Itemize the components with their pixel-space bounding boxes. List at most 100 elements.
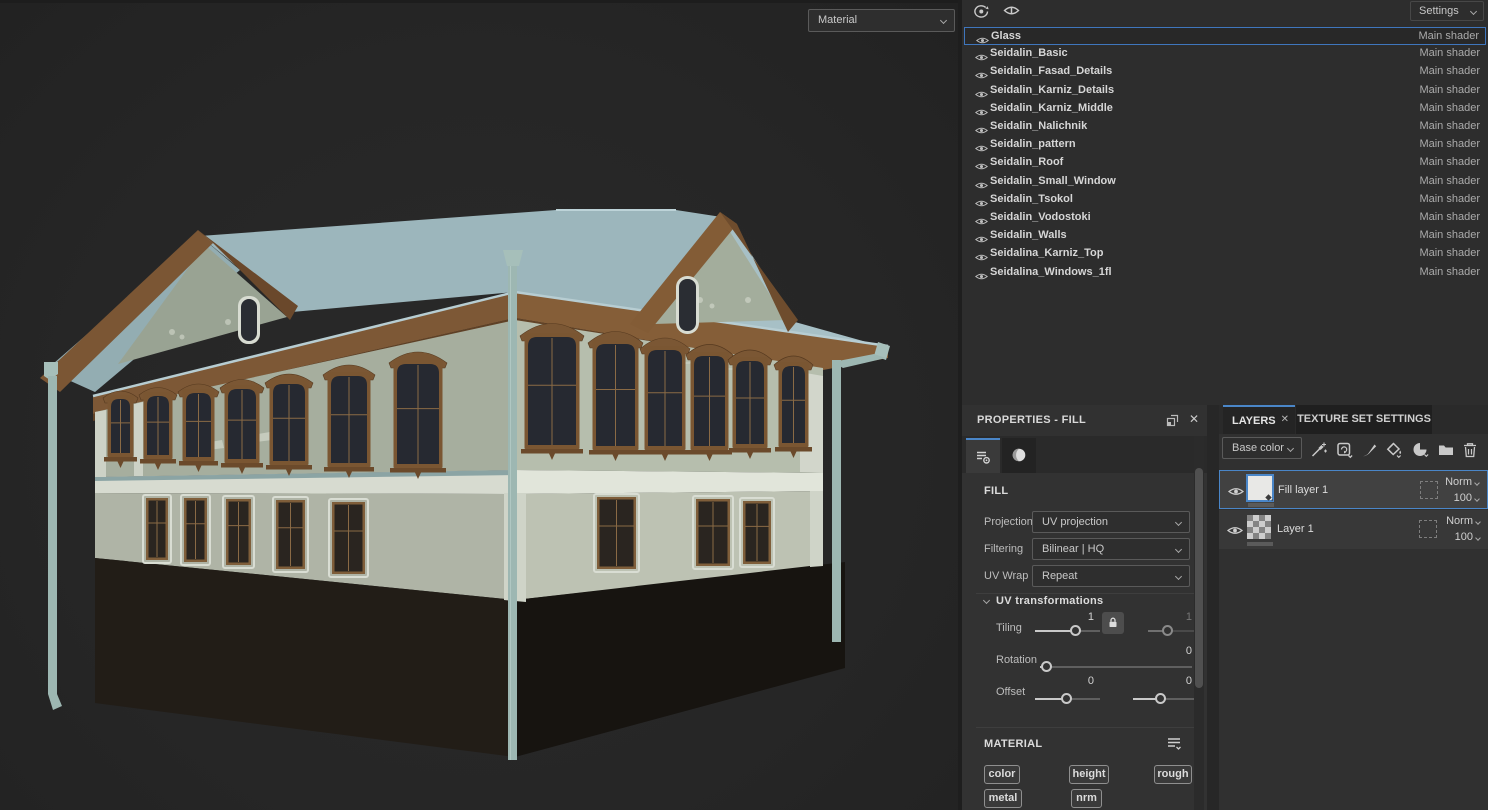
texture-set-list-panel: Settings Glass Main shader Seidalin_Basic M…	[962, 0, 1488, 405]
texture-set-row[interactable]: Seidalin_Karniz_Middle Main shader	[964, 100, 1486, 118]
mask-placeholder-icon[interactable]	[1419, 520, 1437, 538]
channel-button-metal[interactable]: metal	[984, 789, 1022, 808]
undock-icon[interactable]	[1166, 414, 1179, 432]
tab-layers[interactable]: LAYERS ✕	[1223, 405, 1295, 434]
texture-set-name: Seidalina_Windows_1fl	[990, 265, 1112, 278]
texture-set-row[interactable]: Seidalin_Walls Main shader	[964, 227, 1486, 245]
shader-label: Main shader	[1419, 47, 1480, 60]
layers-panel: LAYERS ✕ TEXTURE SET SETTINGS Base color	[1219, 405, 1488, 810]
add-smart-material-icon[interactable]	[1411, 441, 1429, 459]
tiling-y-slider[interactable]	[1148, 625, 1196, 637]
layer-thumbnail[interactable]	[1247, 515, 1271, 539]
mask-placeholder-icon[interactable]	[1420, 481, 1438, 499]
channel-button-height[interactable]: height	[1069, 765, 1109, 784]
chevron-down-icon	[1174, 572, 1183, 581]
shader-label: Main shader	[1419, 174, 1480, 187]
filtering-select[interactable]: Bilinear | HQ	[1032, 538, 1190, 560]
app-window: Material Settings Glass Main shader Seidal…	[0, 0, 1488, 810]
channel-button-rough[interactable]: rough	[1154, 765, 1192, 784]
delete-layer-icon[interactable]	[1462, 441, 1480, 459]
scrollbar-thumb[interactable]	[1195, 468, 1203, 688]
toggle-all-visibility-icon[interactable]	[972, 3, 991, 25]
separator	[976, 593, 1194, 594]
texture-set-row[interactable]: Seidalin_Basic Main shader	[964, 45, 1486, 63]
layer-row[interactable]: Layer 1 Norm 100	[1219, 510, 1488, 549]
fill-badge-icon	[1265, 494, 1273, 502]
material-section-title: MATERIAL	[984, 738, 1043, 750]
offset-x-slider[interactable]	[1035, 693, 1100, 705]
shader-label: Main shader	[1419, 120, 1480, 132]
tiling-label: Tiling	[996, 622, 1022, 634]
properties-title: PROPERTIES - FILL	[977, 414, 1086, 426]
texture-set-row[interactable]: Glass Main shader	[964, 27, 1486, 45]
texture-set-row[interactable]: Seidalin_Fasad_Details Main shader	[964, 63, 1486, 81]
layer-visibility-icon[interactable]	[1227, 484, 1245, 502]
properties-tab-strip	[962, 436, 1207, 473]
channel-button-color[interactable]: color	[984, 765, 1020, 784]
add-fill-icon[interactable]	[1385, 441, 1403, 459]
layer-row[interactable]: Fill layer 1 Norm 100	[1219, 470, 1488, 509]
opacity-dropdown[interactable]: 100	[1455, 531, 1481, 543]
filtering-label: Filtering	[984, 543, 1024, 555]
chevron-down-icon	[1174, 545, 1183, 554]
texture-set-row[interactable]: Seidalin_Vodostoki Main shader	[964, 209, 1486, 227]
texture-set-row[interactable]: Seidalina_Windows_1fl Main shader	[964, 264, 1486, 282]
blend-mode-dropdown[interactable]: Norm	[1445, 476, 1480, 488]
texture-set-name: Seidalin_Roof	[990, 156, 1064, 169]
shader-label: Main shader	[1419, 229, 1480, 242]
lock-icon[interactable]	[1102, 612, 1124, 634]
texture-set-row[interactable]: Seidalin_Tsokol Main shader	[964, 191, 1486, 209]
solo-view-icon[interactable]	[1003, 4, 1020, 22]
uv-wrap-select[interactable]: Repeat	[1032, 565, 1190, 587]
tab-texture-set-settings[interactable]: TEXTURE SET SETTINGS	[1296, 405, 1432, 434]
chevron-down-icon	[939, 16, 948, 25]
tab-material-preview[interactable]	[1002, 438, 1036, 473]
tiling-y-value: 1	[1185, 611, 1192, 623]
texture-set-settings-dropdown[interactable]: Settings	[1410, 1, 1484, 21]
close-icon[interactable]: ✕	[1189, 412, 1199, 426]
separator	[976, 727, 1194, 728]
add-effect-icon[interactable]	[1310, 441, 1328, 459]
viewport-3d[interactable]: Material	[0, 0, 958, 810]
rotation-label: Rotation	[996, 654, 1037, 666]
channel-filter-select[interactable]: Base color	[1222, 437, 1302, 459]
shader-label: Main shader	[1419, 247, 1480, 260]
material-options-icon[interactable]	[1166, 736, 1182, 757]
texture-set-name: Seidalin_pattern	[990, 138, 1076, 151]
texture-set-row[interactable]: Seidalin_Small_Window Main shader	[964, 173, 1486, 191]
close-tab-icon[interactable]: ✕	[1281, 414, 1289, 425]
layer-visibility-icon[interactable]	[1226, 523, 1244, 541]
blend-mode-dropdown[interactable]: Norm	[1446, 515, 1481, 527]
texture-set-row[interactable]: Seidalin_pattern Main shader	[964, 136, 1486, 154]
channel-button-nrm[interactable]: nrm	[1071, 789, 1102, 808]
layer-thumbnail[interactable]	[1246, 474, 1274, 502]
tab-properties[interactable]	[966, 438, 1000, 473]
tiling-x-slider[interactable]	[1035, 625, 1100, 637]
select-value: Bilinear | HQ	[1042, 543, 1105, 555]
uv-transformations-title[interactable]: UV transformations	[996, 595, 1103, 607]
texture-set-row[interactable]: Seidalin_Nalichnik Main shader	[964, 118, 1486, 136]
add-fill-layer-icon[interactable]	[1336, 441, 1354, 459]
properties-title-bar: PROPERTIES - FILL ✕	[962, 405, 1207, 436]
eye-icon	[974, 200, 989, 207]
viewport-display-mode-select[interactable]: Material	[808, 9, 955, 32]
texture-set-row[interactable]: Seidalin_Roof Main shader	[964, 154, 1486, 172]
offset-y-slider[interactable]	[1133, 693, 1196, 705]
add-paint-layer-icon[interactable]	[1361, 441, 1379, 459]
texture-set-name: Seidalin_Basic	[990, 47, 1068, 60]
opacity-dropdown[interactable]: 100	[1454, 492, 1480, 504]
select-value: Repeat	[1042, 570, 1078, 582]
texture-set-row[interactable]: Seidalina_Karniz_Top Main shader	[964, 245, 1486, 263]
collapse-chevron-icon[interactable]	[982, 596, 991, 605]
panel-divider[interactable]	[1207, 405, 1219, 810]
chevron-down-icon	[1174, 518, 1183, 527]
rotation-slider[interactable]	[1040, 661, 1192, 673]
properties-scrollbar[interactable]	[1194, 436, 1204, 810]
texture-set-row[interactable]: Seidalin_Karniz_Details Main shader	[964, 82, 1486, 100]
sphere-icon	[1012, 448, 1026, 462]
projection-select[interactable]: UV projection	[1032, 511, 1190, 533]
add-group-icon[interactable]	[1437, 441, 1455, 459]
eye-icon	[974, 54, 989, 61]
visibility-eye-icon[interactable]	[974, 268, 989, 286]
texture-set-name: Seidalina_Karniz_Top	[990, 247, 1104, 260]
